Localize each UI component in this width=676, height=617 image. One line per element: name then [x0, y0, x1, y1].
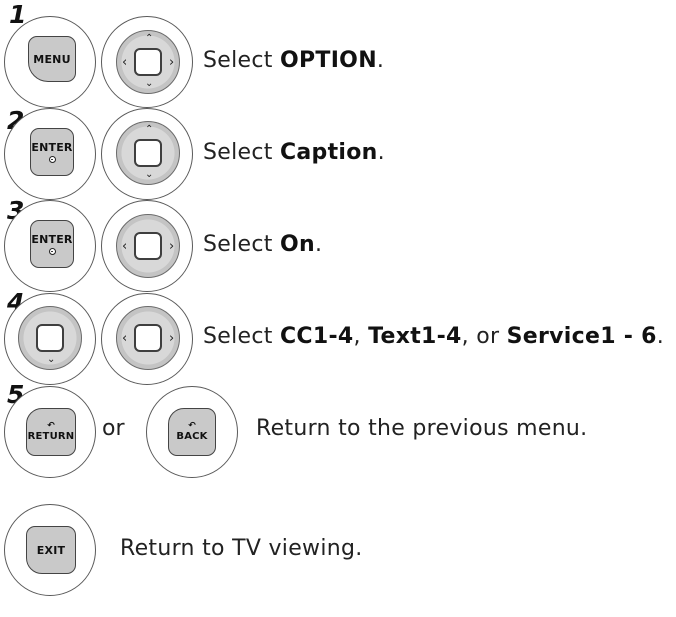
navigation-pad-icon-1: ⌃ ⌄ ‹ › — [116, 30, 180, 94]
return-key-icon: ↶ RETURN — [26, 408, 76, 456]
down-arrow-icon: ⌄ — [145, 78, 154, 89]
navigation-ok-icon — [134, 324, 162, 352]
on-option-name: On — [279, 232, 315, 257]
back-arrow-icon: ↶ — [188, 421, 196, 431]
back-key-label: BACK — [176, 431, 208, 442]
navigation-pad-icon-4b: ‹ › — [116, 306, 180, 370]
enter-dot-icon — [48, 156, 56, 163]
navigation-ok-icon — [36, 324, 64, 352]
step-3-instruction: Select On. — [203, 232, 323, 257]
return-arrow-icon: ↶ — [47, 421, 55, 431]
exit-key-icon: EXIT — [26, 526, 76, 574]
navigation-pad-icon-2: ⌃ ⌄ — [116, 121, 180, 185]
step-5-instruction: Return to the previous menu. — [256, 416, 588, 441]
navigation-pad-icon-3: ‹ › — [116, 214, 180, 278]
menu-key-icon: MENU — [28, 36, 76, 82]
down-arrow-icon: ⌄ — [145, 169, 154, 180]
right-arrow-icon: › — [169, 55, 175, 70]
cc-option-name: CC1-4 — [279, 324, 354, 349]
step-1-instruction: Select OPTION. — [203, 48, 385, 73]
exit-key-label: EXIT — [36, 543, 66, 557]
step-4-instruction: Select CC1-4, Text1-4, or Service1 - 6. — [203, 324, 665, 349]
left-arrow-icon: ‹ — [122, 239, 128, 254]
enter-key-icon-3: ENTER — [30, 220, 74, 268]
option-menu-name: OPTION — [279, 48, 377, 73]
left-arrow-icon: ‹ — [122, 331, 128, 346]
step-2-instruction: Select Caption. — [203, 140, 385, 165]
enter-key-label: ENTER — [31, 141, 73, 154]
navigation-ok-icon — [134, 139, 162, 167]
left-arrow-icon: ‹ — [122, 55, 128, 70]
right-arrow-icon: › — [169, 331, 175, 346]
menu-key-label: MENU — [33, 52, 71, 66]
down-arrow-icon: ⌄ — [47, 354, 56, 365]
up-arrow-icon: ⌃ — [145, 124, 154, 135]
or-connector: or — [102, 416, 125, 441]
navigation-ok-icon — [134, 48, 162, 76]
caption-menu-name: Caption — [279, 140, 378, 165]
final-instruction: Return to TV viewing. — [120, 536, 363, 561]
enter-dot-icon — [48, 248, 56, 255]
enter-key-label: ENTER — [31, 233, 73, 246]
return-key-label: RETURN — [27, 431, 75, 442]
text-option-name: Text1-4 — [368, 324, 462, 349]
right-arrow-icon: › — [169, 239, 175, 254]
back-key-icon: ↶ BACK — [168, 408, 216, 456]
enter-key-icon-2: ENTER — [30, 128, 74, 176]
up-arrow-icon: ⌃ — [145, 33, 154, 44]
navigation-ok-icon — [134, 232, 162, 260]
navigation-pad-icon-4a: ⌄ — [18, 306, 82, 370]
service-option-name: Service1 - 6 — [506, 324, 657, 349]
